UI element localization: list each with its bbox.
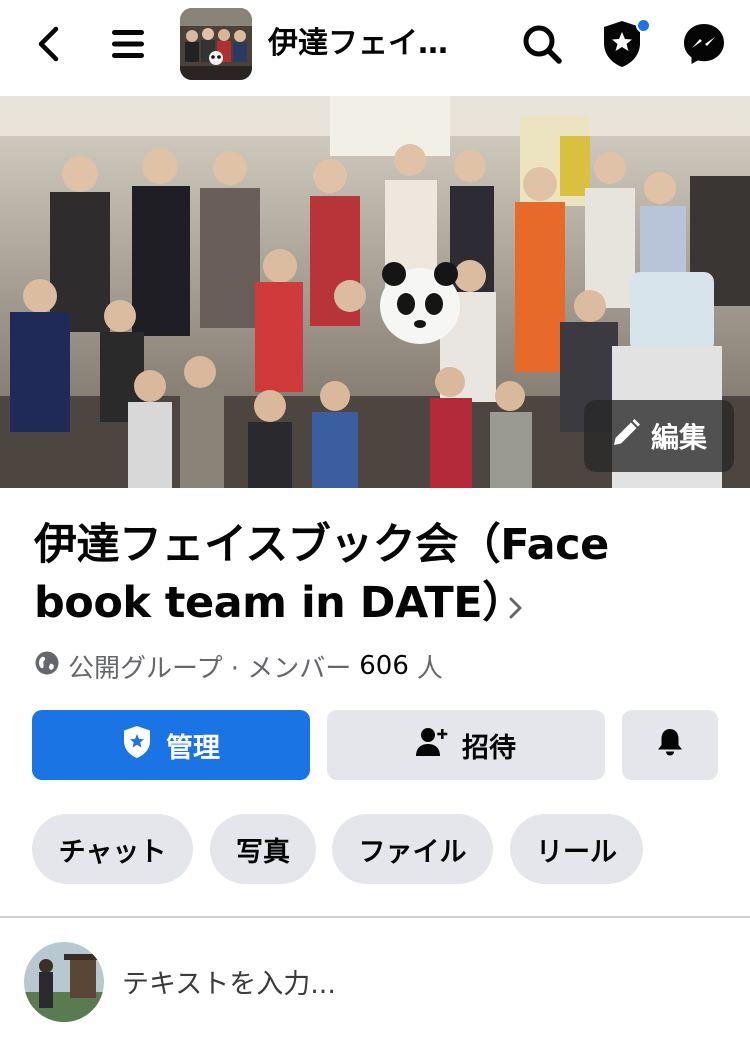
- chevron-right-icon[interactable]: [506, 594, 526, 622]
- back-arrow-icon[interactable]: [26, 22, 70, 66]
- messenger-icon[interactable]: [680, 20, 728, 68]
- edit-cover-button[interactable]: 編集: [584, 400, 734, 472]
- manage-button[interactable]: 管理: [32, 710, 310, 780]
- group-name[interactable]: 伊達フェイスブック会（Face book team in DATE）: [34, 516, 674, 632]
- group-thumbnail[interactable]: [180, 8, 252, 80]
- group-meta: 公開グループ · メンバー 606 人: [34, 646, 443, 686]
- post-composer-input[interactable]: テキストを入力...: [122, 962, 336, 1001]
- tab-photos[interactable]: 写真: [210, 814, 316, 884]
- admin-shield-icon: [122, 725, 152, 766]
- bell-icon: [654, 726, 686, 765]
- member-count: 606: [359, 651, 409, 681]
- notification-dot: [636, 18, 651, 33]
- search-icon[interactable]: [518, 20, 566, 68]
- hamburger-menu-icon[interactable]: [104, 22, 152, 66]
- globe-icon: [34, 650, 60, 683]
- privacy-label: 公開グループ · メンバー: [68, 653, 352, 684]
- invite-button[interactable]: 招待: [327, 710, 605, 780]
- edit-cover-label: 編集: [650, 421, 707, 454]
- notifications-button[interactable]: [622, 710, 718, 780]
- top-bar: 伊達フェイ…: [0, 0, 750, 92]
- tab-reels[interactable]: リール: [510, 814, 643, 884]
- header-title[interactable]: 伊達フェイ…: [268, 22, 468, 66]
- avatar[interactable]: [24, 942, 104, 1022]
- tab-files[interactable]: ファイル: [332, 814, 493, 884]
- section-divider: [0, 916, 750, 918]
- invite-label: 招待: [462, 732, 516, 764]
- pencil-icon: [611, 418, 641, 455]
- manage-label: 管理: [166, 732, 220, 764]
- member-unit: 人: [416, 653, 443, 684]
- tab-chat[interactable]: チャット: [32, 814, 193, 884]
- add-person-icon: [416, 726, 448, 765]
